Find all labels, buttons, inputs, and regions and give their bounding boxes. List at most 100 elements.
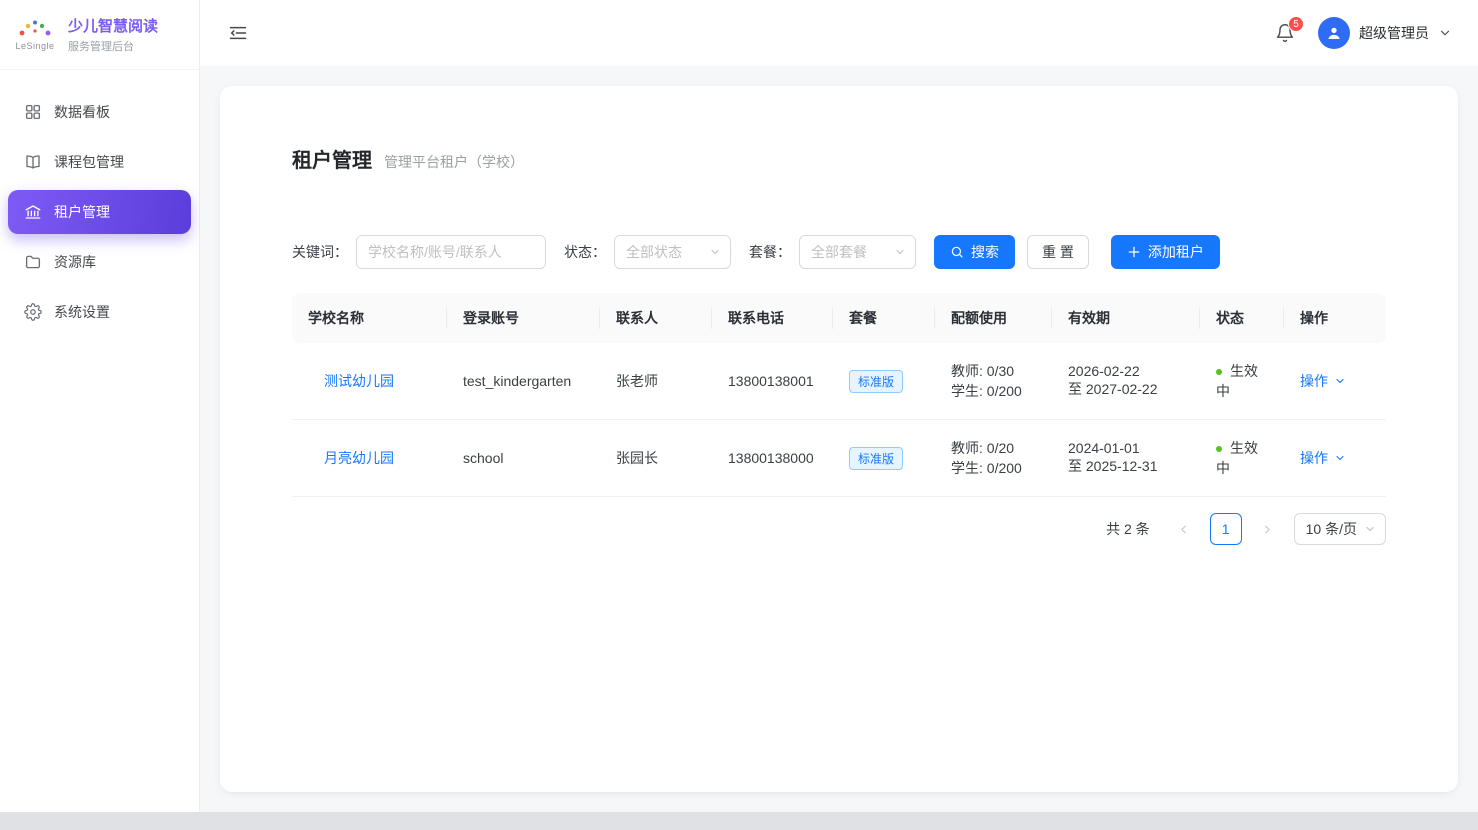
plan-badge: 标准版 <box>849 447 903 470</box>
chevron-down-icon <box>1364 523 1376 535</box>
search-button[interactable]: 搜索 <box>934 235 1015 269</box>
account-cell: school <box>447 420 600 497</box>
school-name-link[interactable]: 月亮幼儿园 <box>324 450 394 466</box>
sidebar-item-label: 系统设置 <box>54 302 110 322</box>
status-label: 状态： <box>564 242 606 262</box>
reset-button[interactable]: 重 置 <box>1027 235 1089 269</box>
bank-building-icon <box>24 203 42 221</box>
tenant-table: 学校名称 登录账号 联系人 联系电话 套餐 配额使用 有效期 状态 操作 测试 <box>292 293 1386 497</box>
sidebar-item-tenants[interactable]: 租户管理 <box>8 190 191 234</box>
validity-cell: 2024-01-01 至 2025-12-31 <box>1052 420 1200 497</box>
plus-icon <box>1127 245 1141 259</box>
prev-page-icon[interactable] <box>1168 513 1200 545</box>
quota-cell: 教师: 0/30 学生: 0/200 <box>935 343 1052 420</box>
sidebar-item-label: 课程包管理 <box>54 152 124 172</box>
validity-start: 2026-02-22 <box>1068 363 1184 379</box>
sidebar-collapse-icon[interactable] <box>226 21 250 45</box>
row-actions-dropdown[interactable]: 操作 <box>1300 371 1346 391</box>
user-name: 超级管理员 <box>1359 23 1429 43</box>
app-window: LeSingle 少儿智慧阅读 服务管理后台 数据看板 课程包管理 <box>0 0 1478 812</box>
tenant-table-body: 测试幼儿园 test_kindergarten 张老师 13800138001 … <box>292 343 1386 497</box>
col-header-validity: 有效期 <box>1052 293 1200 343</box>
sidebar-menu: 数据看板 课程包管理 租户管理 资源库 <box>0 70 199 354</box>
keyword-input[interactable] <box>356 235 546 269</box>
pagination: 共 2 条 1 10 条/页 <box>292 513 1386 545</box>
app-title: 少儿智慧阅读 <box>68 15 158 36</box>
status-select[interactable]: 全部状态 <box>614 235 731 269</box>
user-menu[interactable]: 超级管理员 <box>1318 17 1452 49</box>
total-count-text: 共 2 条 <box>1106 519 1150 539</box>
plan-select[interactable]: 全部套餐 <box>799 235 916 269</box>
quota-teachers: 教师: 0/30 <box>951 361 1036 381</box>
table-row: 月亮幼儿园 school 张园长 13800138000 标准版 教师: 0/2… <box>292 420 1386 497</box>
search-icon <box>950 245 964 259</box>
validity-cell: 2026-02-22 至 2027-02-22 <box>1052 343 1200 420</box>
plan-label: 套餐： <box>749 242 791 262</box>
next-page-icon[interactable] <box>1252 513 1284 545</box>
sidebar: LeSingle 少儿智慧阅读 服务管理后台 数据看板 课程包管理 <box>0 0 200 812</box>
chevron-down-icon <box>1334 375 1346 387</box>
validity-start: 2024-01-01 <box>1068 440 1184 456</box>
page-size-select[interactable]: 10 条/页 <box>1294 513 1386 545</box>
validity-end: 至 2027-02-22 <box>1068 379 1184 399</box>
notification-count-badge: 5 <box>1288 16 1304 32</box>
user-avatar <box>1318 17 1350 49</box>
col-header-status: 状态 <box>1200 293 1284 343</box>
page-number-button[interactable]: 1 <box>1210 513 1242 545</box>
status-dot <box>1216 369 1222 375</box>
table-row: 测试幼儿园 test_kindergarten 张老师 13800138001 … <box>292 343 1386 420</box>
page-subtitle: 管理平台租户（学校） <box>384 152 524 172</box>
logo-dots-icon <box>15 18 55 40</box>
sidebar-item-label: 资源库 <box>54 252 96 272</box>
status-cell: 生效中 <box>1200 420 1284 497</box>
chevron-down-icon <box>709 246 721 258</box>
quota-students: 学生: 0/200 <box>951 458 1036 478</box>
contact-cell: 张老师 <box>600 343 712 420</box>
school-name-link[interactable]: 测试幼儿园 <box>324 373 394 389</box>
col-header-quota: 配额使用 <box>935 293 1052 343</box>
sidebar-item-resources[interactable]: 资源库 <box>8 240 191 284</box>
main-column: 5 超级管理员 租户管理 管理平台租户（学校） <box>200 0 1478 812</box>
chevron-down-icon <box>894 246 906 258</box>
col-header-plan: 套餐 <box>833 293 935 343</box>
logo-brand-text: LeSingle <box>15 41 54 51</box>
col-header-school: 学校名称 <box>292 293 447 343</box>
status-cell: 生效中 <box>1200 343 1284 420</box>
col-header-contact: 联系人 <box>600 293 712 343</box>
top-header: 5 超级管理员 <box>200 0 1478 66</box>
sidebar-item-course-packages[interactable]: 课程包管理 <box>8 140 191 184</box>
sidebar-item-label: 租户管理 <box>54 202 110 222</box>
content-area: 租户管理 管理平台租户（学校） 关键词： 状态： 全部状态 <box>200 66 1478 812</box>
page-title: 租户管理 <box>292 144 372 173</box>
col-header-actions: 操作 <box>1284 293 1386 343</box>
book-icon <box>24 153 42 171</box>
dashboard-grid-icon <box>24 103 42 121</box>
notification-bell-icon[interactable]: 5 <box>1274 22 1296 44</box>
quota-cell: 教师: 0/20 学生: 0/200 <box>935 420 1052 497</box>
chevron-down-icon <box>1334 452 1346 464</box>
filter-bar: 关键词： 状态： 全部状态 套餐： <box>292 235 1386 269</box>
phone-cell: 13800138000 <box>712 420 833 497</box>
contact-cell: 张园长 <box>600 420 712 497</box>
sidebar-item-settings[interactable]: 系统设置 <box>8 290 191 334</box>
gear-icon <box>24 303 42 321</box>
validity-end: 至 2025-12-31 <box>1068 456 1184 476</box>
status-text: 生效中 <box>1216 363 1258 399</box>
chevron-down-icon <box>1438 26 1452 40</box>
row-actions-dropdown[interactable]: 操作 <box>1300 448 1346 468</box>
table-header-row: 学校名称 登录账号 联系人 联系电话 套餐 配额使用 有效期 状态 操作 <box>292 293 1386 343</box>
plan-badge: 标准版 <box>849 370 903 393</box>
app-subtitle: 服务管理后台 <box>68 38 158 54</box>
quota-teachers: 教师: 0/20 <box>951 438 1036 458</box>
status-dot <box>1216 446 1222 452</box>
quota-students: 学生: 0/200 <box>951 381 1036 401</box>
col-header-account: 登录账号 <box>447 293 600 343</box>
add-tenant-button[interactable]: 添加租户 <box>1111 235 1220 269</box>
phone-cell: 13800138001 <box>712 343 833 420</box>
sidebar-item-dashboard[interactable]: 数据看板 <box>8 90 191 134</box>
brand-logo-mark: LeSingle <box>12 18 58 51</box>
folder-icon <box>24 253 42 271</box>
brand-logo: LeSingle 少儿智慧阅读 服务管理后台 <box>0 0 199 70</box>
keyword-label: 关键词： <box>292 242 348 262</box>
sidebar-item-label: 数据看板 <box>54 102 110 122</box>
